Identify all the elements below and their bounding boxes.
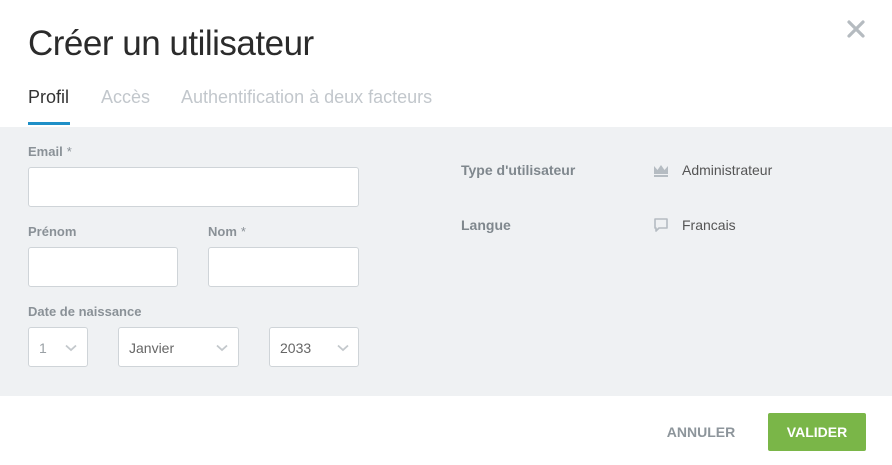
language-label: Langue [461,217,511,233]
birth-day-select[interactable]: 1 [28,327,88,367]
close-icon[interactable] [846,19,866,39]
birth-month-select[interactable]: Janvier [118,327,239,367]
language-value: Francais [682,217,736,233]
email-required-mark: * [66,144,72,159]
validate-button[interactable]: VALIDER [768,413,866,451]
profile-form-panel: Email * Prénom Nom * Date de naissance 1 J… [0,127,892,396]
cancel-button[interactable]: ANNULER [652,413,750,451]
birth-day-value: 1 [39,340,47,356]
last-name-required-mark: * [240,224,246,239]
first-name-label: Prénom [28,224,77,239]
last-name-field[interactable] [208,247,359,287]
crown-icon [654,165,668,177]
birth-year-value: 2033 [280,340,312,356]
tab-two-factor-auth[interactable]: Authentification à deux facteurs [181,87,432,108]
user-type-label: Type d'utilisateur [461,162,576,178]
birth-month-value: Janvier [129,340,175,356]
user-type-value: Administrateur [682,162,773,178]
chevron-down-icon [337,344,349,352]
first-name-field[interactable] [28,247,178,287]
birth-date-label: Date de naissance [28,304,142,319]
email-field[interactable] [28,167,359,207]
tab-acces[interactable]: Accès [101,87,150,108]
last-name-label: Nom * [208,224,246,239]
speech-bubble-icon [654,218,668,232]
chevron-down-icon [65,344,77,352]
birth-year-select[interactable]: 2033 [269,327,359,367]
dialog-title: Créer un utilisateur [28,24,314,63]
chevron-down-icon [216,344,228,352]
active-tab-indicator [28,122,70,125]
tab-profil[interactable]: Profil [28,87,69,108]
email-label: Email * [28,144,72,159]
